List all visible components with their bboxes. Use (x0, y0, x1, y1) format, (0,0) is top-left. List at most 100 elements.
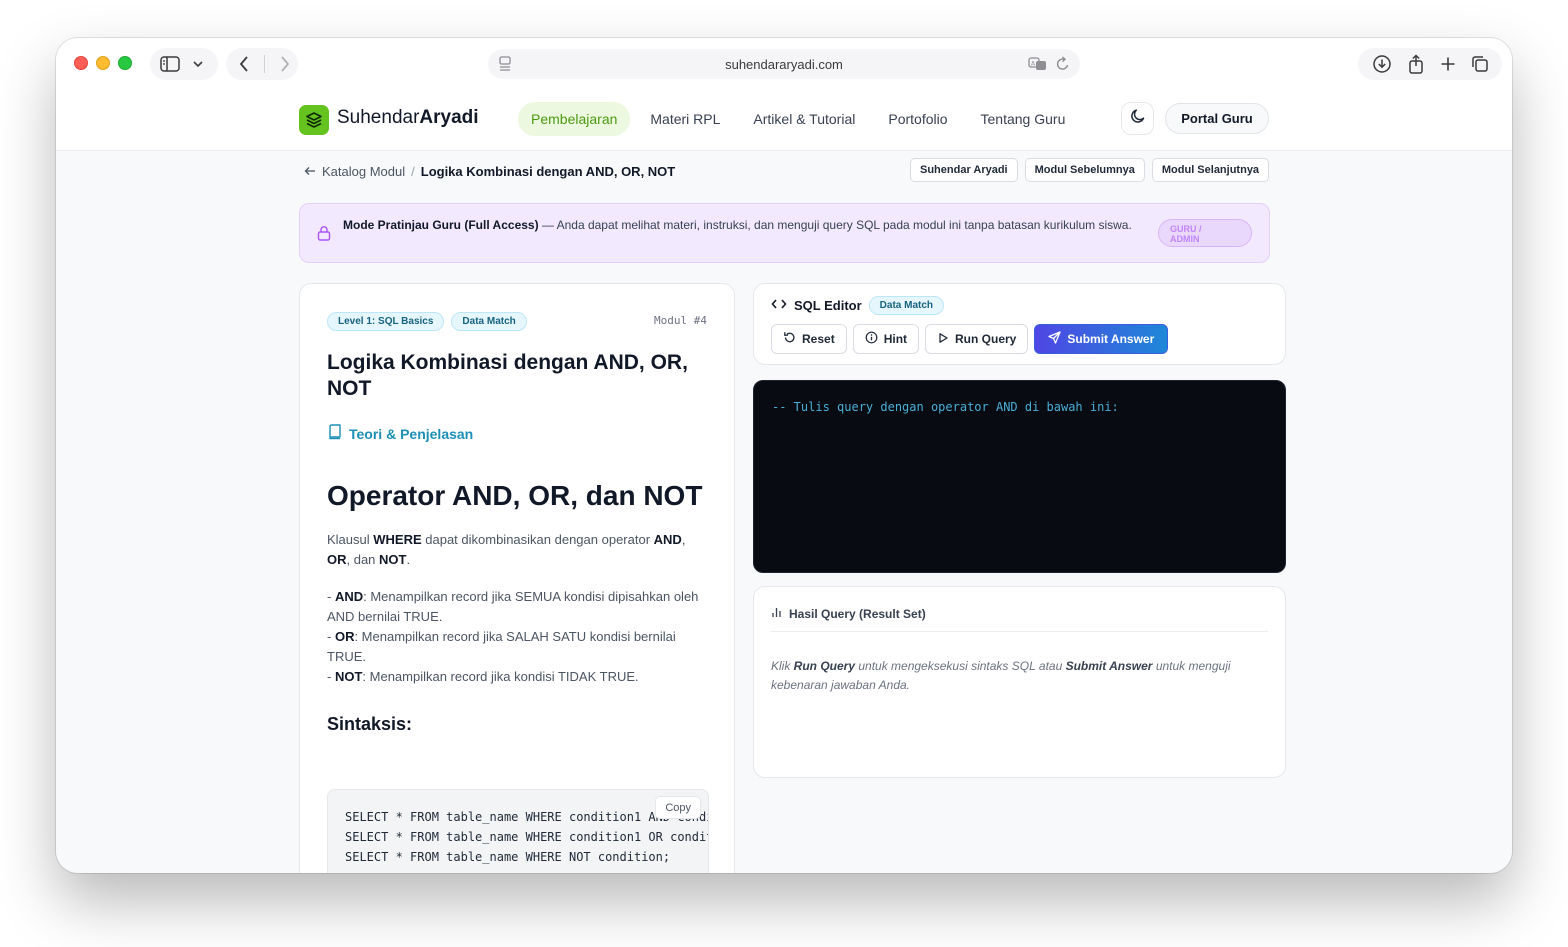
breadcrumb-separator: / (411, 164, 415, 179)
nav-link-pembelajaran[interactable]: Pembelajaran (518, 102, 631, 136)
download-icon[interactable] (1372, 54, 1392, 74)
lock-icon (317, 225, 331, 246)
back-icon[interactable] (238, 55, 250, 73)
nav-link-materi-rpl[interactable]: Materi RPL (637, 102, 733, 136)
toolbar-actions (1358, 48, 1502, 80)
operator-keyword: NOT (334, 669, 363, 684)
arrow-left-icon[interactable] (304, 164, 316, 179)
result-panel: Hasil Query (Result Set) Klik Run Query … (753, 586, 1286, 778)
moon-icon (1130, 108, 1146, 129)
site-navbar: SuhendarAryadi Pembelajaran Materi RPL A… (56, 88, 1512, 151)
previous-module-button[interactable]: Modul Sebelumnya (1024, 158, 1145, 182)
intro-text: . (406, 552, 411, 567)
breadcrumb-current: Logika Kombinasi dengan AND, OR, NOT (420, 164, 676, 179)
intro-keyword: AND (653, 532, 682, 547)
play-icon (937, 332, 949, 347)
address-bar[interactable]: suhendararyadi.com A (488, 49, 1080, 79)
sql-code-editor[interactable]: -- Tulis query dengan operator AND di ba… (753, 380, 1286, 573)
author-button[interactable]: Suhendar Aryadi (910, 158, 1018, 182)
result-text: untuk mengeksekusi sintaks SQL atau (855, 659, 1066, 673)
hint-label: Hint (883, 332, 908, 346)
reset-label: Reset (802, 332, 835, 346)
banner-message: Mode Pratinjau Guru (Full Access) — Anda… (343, 216, 1133, 234)
submit-answer-label: Submit Answer (1067, 332, 1155, 346)
history-nav (226, 48, 298, 80)
chevron-down-icon (192, 60, 204, 68)
nav-link-artikel-tutorial[interactable]: Artikel & Tutorial (740, 102, 868, 136)
role-badge: GURU / ADMIN (1158, 219, 1252, 247)
close-window-button[interactable] (74, 56, 88, 70)
role-badge-line1: GURU / (1170, 224, 1202, 234)
reset-button[interactable]: Reset (771, 324, 847, 354)
editor-tag: Data Match (868, 296, 945, 315)
forward-icon[interactable] (279, 55, 291, 73)
nav-link-tentang-guru[interactable]: Tentang Guru (968, 102, 1079, 136)
reset-icon (783, 331, 796, 347)
page-menu-icon[interactable] (498, 56, 512, 77)
submit-answer-button[interactable]: Submit Answer (1034, 324, 1169, 354)
intro-text: Klausul (327, 532, 374, 547)
theory-heading: Operator AND, OR, dan NOT (327, 480, 703, 511)
portal-guru-button[interactable]: Portal Guru (1165, 103, 1269, 134)
syntax-heading: Sintaksis: (327, 714, 413, 734)
info-icon (865, 331, 878, 347)
editor-comment: -- Tulis query dengan operator AND di ba… (772, 400, 1119, 414)
editor-actions: Reset Hint Run Query Submit Answer (771, 324, 1169, 354)
result-title: Hasil Query (Result Set) (771, 606, 926, 621)
translate-icon[interactable]: A (1028, 56, 1048, 77)
logo-icon[interactable] (299, 105, 329, 135)
theory-label-text: Teori & Penjelasan (349, 425, 474, 442)
tab-overview-icon[interactable] (1471, 55, 1489, 73)
main-nav: Pembelajaran Materi RPL Artikel & Tutori… (518, 102, 1085, 136)
breadcrumb-parent[interactable]: Katalog Modul (322, 164, 405, 179)
sidebar-toggle-button[interactable] (150, 48, 218, 80)
reload-icon[interactable] (1056, 56, 1070, 77)
code-icon (771, 298, 787, 313)
operator-description: : Menampilkan record jika SEMUA kondisi … (327, 589, 699, 624)
theme-toggle-button[interactable] (1121, 102, 1154, 135)
copy-button[interactable]: Copy (655, 796, 701, 819)
intro-text: , dan (346, 552, 380, 567)
run-query-label: Run Query (955, 332, 1017, 346)
intro-text: , (681, 532, 686, 547)
syntax-code-block: SELECT * FROM table_name WHERE condition… (327, 789, 709, 873)
url-text: suhendararyadi.com (725, 56, 843, 72)
intro-keyword: OR (327, 552, 347, 567)
sql-editor-header: SQL Editor Data Match Reset Hint Run Que… (753, 283, 1286, 365)
brand-name[interactable]: SuhendarAryadi (337, 107, 479, 129)
next-module-button[interactable]: Modul Selanjutnya (1151, 158, 1270, 182)
module-card: Level 1: SQL Basics Data Match Modul #4 … (299, 283, 735, 873)
operator-keyword: AND (334, 589, 364, 604)
send-icon (1048, 331, 1062, 347)
nav-link-portofolio[interactable]: Portofolio (875, 102, 960, 136)
banner-bold: Mode Pratinjau Guru (Full Access) (343, 218, 539, 232)
operator-description: : Menampilkan record jika kondisi TIDAK … (362, 669, 639, 684)
intro-text: dapat dikombinasikan dengan operator (421, 532, 654, 547)
brand-first: Suhendar (337, 107, 420, 128)
share-icon[interactable] (1407, 54, 1425, 74)
operator-item-not: - NOT: Menampilkan record jika kondisi T… (327, 669, 639, 684)
result-keyword: Submit Answer (1065, 659, 1153, 673)
preview-mode-banner: Mode Pratinjau Guru (Full Access) — Anda… (299, 203, 1270, 263)
book-icon (328, 424, 342, 443)
operator-item-or: - OR: Menampilkan record jika SALAH SATU… (327, 629, 676, 664)
new-tab-icon[interactable] (1440, 56, 1456, 72)
theory-intro: Klausul WHERE dapat dikombinasikan denga… (327, 530, 712, 570)
breadcrumb: Katalog Modul / Logika Kombinasi dengan … (304, 164, 675, 179)
address-actions: A (1028, 56, 1070, 77)
module-tags: Level 1: SQL Basics Data Match (327, 312, 527, 331)
code-line: SELECT * FROM table_name WHERE NOT condi… (345, 850, 671, 864)
role-badge-line2: ADMIN (1170, 234, 1200, 244)
result-title-text: Hasil Query (Result Set) (789, 606, 926, 621)
type-tag: Data Match (451, 312, 527, 331)
banner-text: — Anda dapat melihat materi, instruksi, … (538, 218, 1132, 232)
code-line: SELECT * FROM table_name WHERE condition… (345, 830, 708, 844)
zoom-window-button[interactable] (118, 56, 132, 70)
editor-title-text: SQL Editor (794, 298, 862, 313)
hint-button[interactable]: Hint (852, 324, 920, 354)
run-query-button[interactable]: Run Query (925, 324, 1029, 354)
minimize-window-button[interactable] (96, 56, 110, 70)
nav-divider (264, 55, 265, 73)
result-text: Klik (771, 659, 794, 673)
operator-item-and: - AND: Menampilkan record jika SEMUA kon… (327, 589, 699, 624)
